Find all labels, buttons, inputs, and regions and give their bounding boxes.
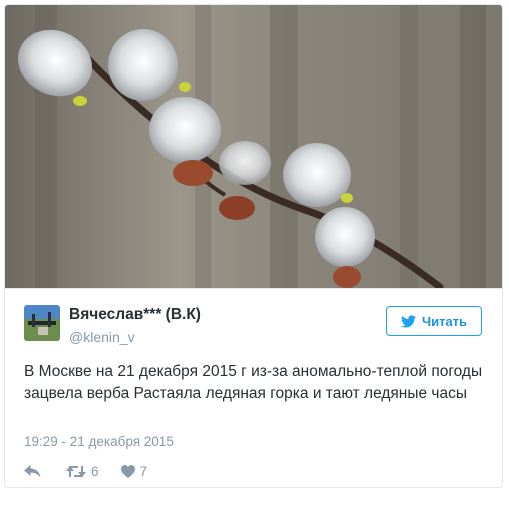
follow-button[interactable]: Читать — [386, 306, 482, 336]
tweet-card: Вячеслав*** (В.К) @klenin_v Читать В Мос… — [4, 4, 503, 488]
reply-icon — [24, 464, 41, 477]
heart-icon — [120, 464, 135, 478]
like-button[interactable]: 7 — [120, 463, 148, 479]
retweet-icon — [66, 465, 86, 477]
retweet-button[interactable]: 6 — [66, 464, 99, 479]
avatar[interactable] — [24, 305, 60, 341]
tweet-photo[interactable] — [5, 5, 502, 288]
author-name[interactable]: Вячеслав*** (В.К) — [69, 306, 201, 324]
twitter-bird-icon — [400, 314, 416, 327]
retweet-count: 6 — [91, 463, 99, 479]
tweet-body: Вячеслав*** (В.К) @klenin_v Читать В Мос… — [5, 288, 502, 487]
tweet-timestamp[interactable]: 19:29 - 21 декабря 2015 — [24, 434, 174, 449]
author-handle[interactable]: @klenin_v — [69, 329, 135, 345]
tweet-actions: 6 7 — [24, 461, 147, 481]
follow-label: Читать — [421, 313, 468, 329]
tweet-text: В Москве на 21 декабря 2015 г из-за аном… — [24, 363, 483, 402]
reply-button[interactable] — [24, 464, 44, 478]
like-count: 7 — [139, 463, 148, 479]
